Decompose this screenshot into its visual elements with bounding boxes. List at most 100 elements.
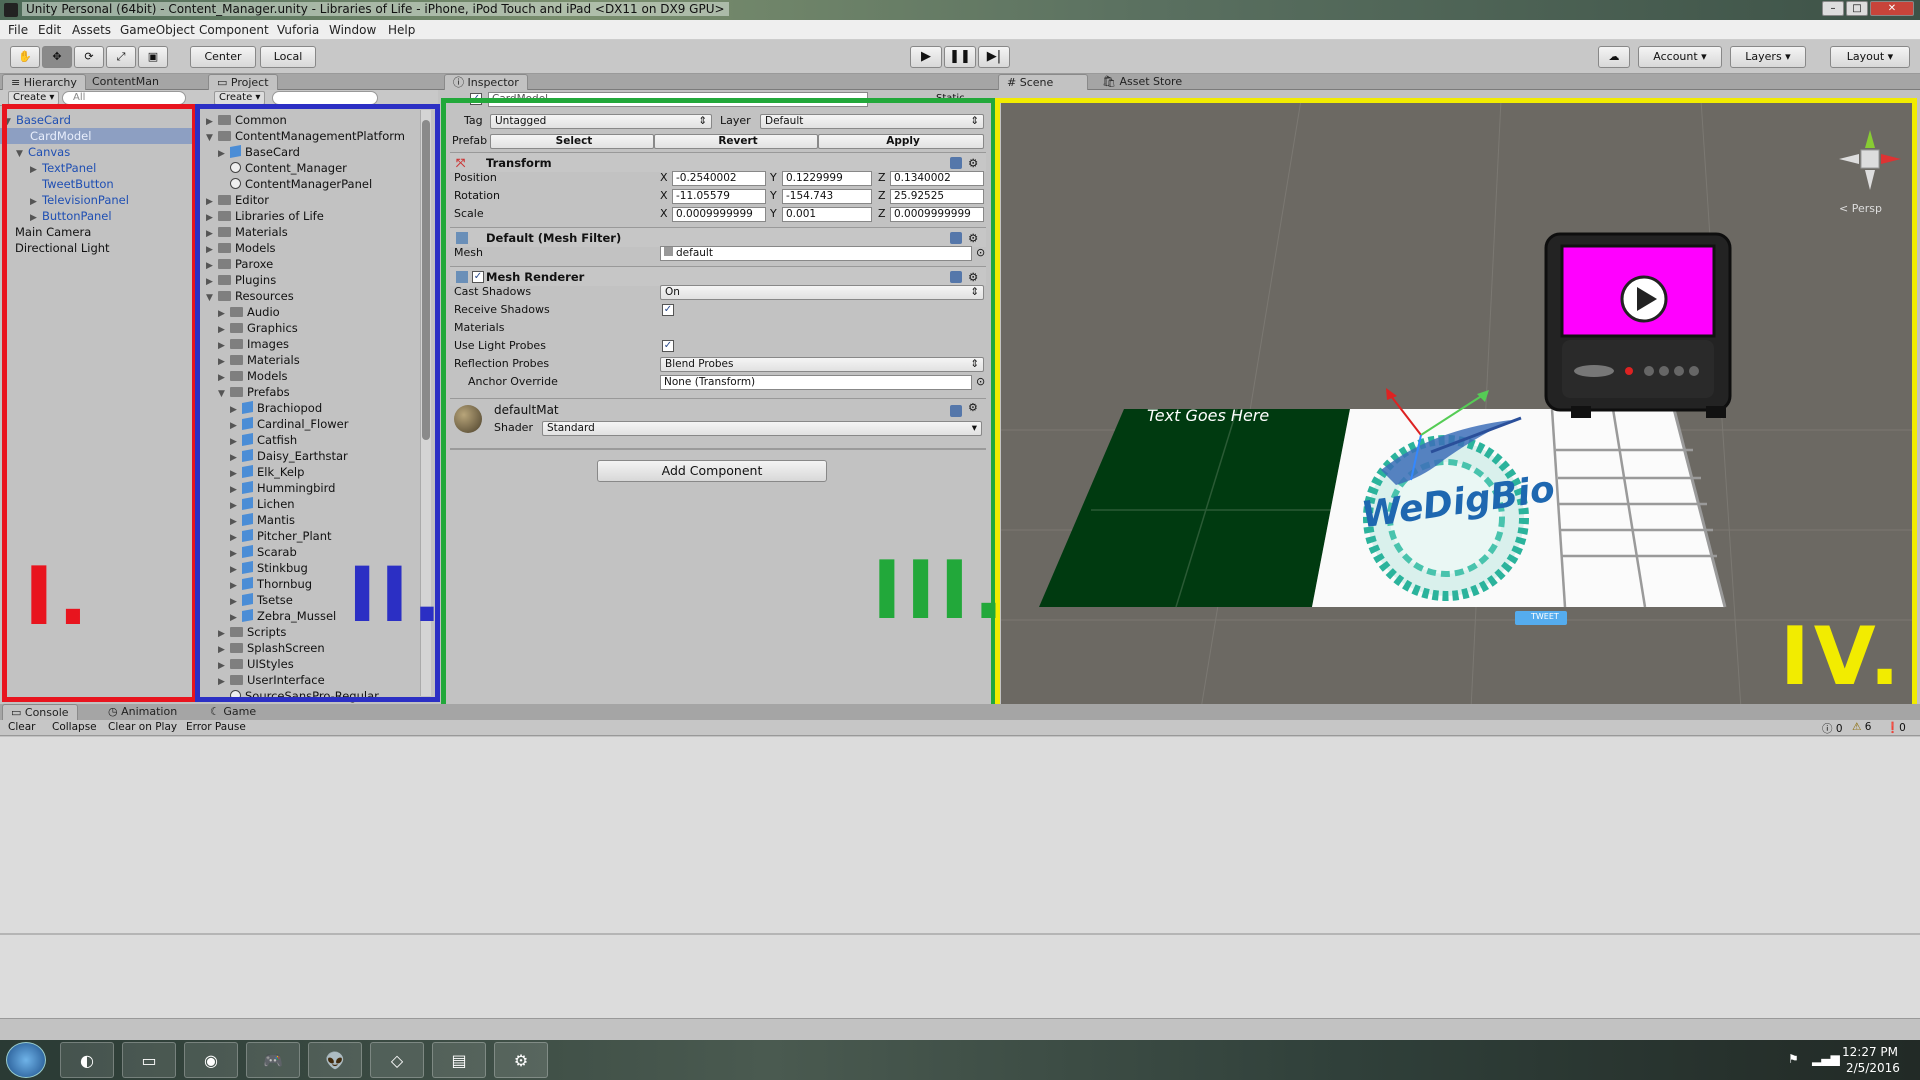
project-item[interactable]: ▶ Libraries of Life — [206, 208, 324, 224]
maximize-button[interactable]: □ — [1846, 1, 1868, 16]
tab-asset-store[interactable]: 🛍 Asset Store — [1094, 74, 1190, 90]
project-item[interactable]: ▶ Materials — [206, 224, 288, 240]
console-clear-button[interactable]: Clear — [8, 721, 35, 733]
layout-dropdown[interactable]: Layout ▾ — [1830, 46, 1910, 68]
project-item[interactable]: ▶ Hummingbird — [230, 480, 335, 496]
hierarchy-item-directional-light[interactable]: Directional Light — [15, 240, 110, 256]
hierarchy-item-textpanel[interactable]: ▶ TextPanel — [30, 160, 96, 176]
prefab-revert-button[interactable]: Revert — [654, 134, 818, 149]
taskbar-outlook-icon[interactable]: ◐ — [60, 1042, 114, 1078]
menu-vuforia[interactable]: Vuforia — [277, 23, 319, 37]
taskbar-terminal-icon[interactable]: ▭ — [122, 1042, 176, 1078]
anchor-override-field[interactable]: None (Transform) — [660, 375, 972, 390]
object-name-field[interactable]: CardModel — [488, 92, 868, 107]
taskbar-chrome-icon[interactable]: ◉ — [184, 1042, 238, 1078]
mesh-field[interactable]: default — [660, 246, 972, 261]
light-probes-checkbox[interactable]: ✓ — [662, 340, 674, 352]
expand-open-icon[interactable]: ▼ — [206, 130, 218, 146]
project-item[interactable]: ▶ Catfish — [230, 432, 297, 448]
rotation-y-field[interactable]: -154.743 — [782, 189, 872, 204]
minimize-button[interactable]: – — [1822, 1, 1844, 16]
taskbar-unity-icon[interactable]: ◇ — [370, 1042, 424, 1078]
project-item[interactable]: ▶ Graphics — [218, 320, 298, 336]
project-item[interactable]: ▶ UIStyles — [218, 656, 294, 672]
project-item[interactable]: ▶ Stinkbug — [230, 560, 308, 576]
project-item[interactable]: ▶ Editor — [206, 192, 269, 208]
menu-gameobject[interactable]: GameObject — [120, 23, 195, 37]
project-item[interactable]: ▶ Images — [218, 336, 289, 352]
reflection-probes-dropdown[interactable]: Blend Probes ⇕ — [660, 357, 984, 372]
pivot-center-button[interactable]: Center — [190, 46, 256, 68]
console-error-pause-button[interactable]: Error Pause — [186, 721, 246, 733]
project-item[interactable]: ▶ Cardinal_Flower — [230, 416, 348, 432]
project-item[interactable]: ▼ ContentManagementPlatform — [206, 128, 405, 144]
project-item[interactable]: ▶ Paroxe — [206, 256, 273, 272]
close-button[interactable]: ✕ — [1870, 1, 1914, 16]
position-x-field[interactable]: -0.2540002 — [672, 171, 766, 186]
project-item[interactable]: ▶ Pitcher_Plant — [230, 528, 332, 544]
menu-file[interactable]: File — [8, 23, 28, 37]
project-item[interactable]: SourceSansPro-Regular — [218, 688, 379, 704]
project-item[interactable]: ▶ Brachiopod — [230, 400, 322, 416]
project-item[interactable]: ▶ Plugins — [206, 272, 276, 288]
television-model[interactable] — [1544, 232, 1732, 418]
project-item[interactable]: ▶ Tsetse — [230, 592, 293, 608]
project-item[interactable]: ▶ Mantis — [230, 512, 295, 528]
tab-project[interactable]: ▭ Project — [208, 74, 278, 90]
tray-signal-icon[interactable]: ▂▄▆ — [1812, 1052, 1840, 1066]
project-item[interactable]: ▶ UserInterface — [218, 672, 325, 688]
play-video-icon[interactable] — [1620, 275, 1668, 323]
add-component-button[interactable]: Add Component — [597, 460, 827, 482]
tab-hierarchy[interactable]: ≡ Hierarchy — [2, 74, 86, 90]
project-item[interactable]: ▶ Scarab — [230, 544, 297, 560]
tag-dropdown[interactable]: Untagged ⇕ — [490, 114, 712, 129]
hierarchy-item-tweetbutton[interactable]: TweetButton — [42, 176, 114, 192]
prefab-apply-button[interactable]: Apply — [818, 134, 984, 149]
tab-animation[interactable]: ◷ Animation — [100, 704, 185, 720]
console-info-count[interactable]: ⓘ 0 — [1822, 721, 1843, 736]
project-item[interactable]: ▶ Thornbug — [230, 576, 312, 592]
expand-open-icon[interactable]: ▼ — [206, 290, 218, 306]
clock-time[interactable]: 12:27 PM — [1842, 1045, 1898, 1059]
layer-dropdown[interactable]: Default ⇕ — [760, 114, 984, 129]
tab-inspector[interactable]: ⓘ Inspector — [444, 74, 528, 90]
clock-date[interactable]: 2/5/2016 — [1846, 1061, 1900, 1075]
materials-row[interactable]: Materials — [452, 320, 988, 336]
menu-component[interactable]: Component — [199, 23, 269, 37]
help-icon[interactable] — [950, 157, 962, 169]
shader-dropdown[interactable]: Standard ▾ — [542, 421, 982, 436]
account-dropdown[interactable]: Account ▾ — [1638, 46, 1722, 68]
tab-game[interactable]: ☾ Game — [202, 704, 264, 720]
hand-tool-icon[interactable]: ✋ — [10, 46, 40, 68]
project-item[interactable]: ▶ Elk_Kelp — [230, 464, 304, 480]
object-active-checkbox[interactable]: ✓ — [470, 93, 482, 105]
pause-icon[interactable]: ❚❚ — [944, 46, 976, 68]
mesh-renderer-enabled-checkbox[interactable]: ✓ — [472, 271, 484, 283]
tab-console[interactable]: ▭ Console — [2, 704, 78, 720]
project-item[interactable]: ▼ Prefabs — [218, 384, 290, 400]
hierarchy-item-buttonpanel[interactable]: ▶ ButtonPanel — [30, 208, 112, 224]
menu-edit[interactable]: Edit — [38, 23, 61, 37]
rotate-tool-icon[interactable]: ⟳ — [74, 46, 104, 68]
mesh-filter-header[interactable]: Default (Mesh Filter) ⚙ — [450, 227, 986, 247]
play-icon[interactable]: ▶ — [910, 46, 942, 68]
project-item[interactable]: ▶ Audio — [218, 304, 280, 320]
rotation-x-field[interactable]: -11.05579 — [672, 189, 766, 204]
project-create-button[interactable]: Create ▾ — [214, 91, 266, 105]
object-static-label[interactable]: Static — [936, 93, 965, 104]
taskbar-gamepad-icon[interactable]: 🎮 — [246, 1042, 300, 1078]
project-item[interactable]: ▶ Materials — [218, 352, 300, 368]
console-warning-count[interactable]: ⚠ 6 — [1852, 721, 1871, 733]
project-item[interactable]: ▶ SplashScreen — [218, 640, 325, 656]
project-item[interactable]: Content_Manager — [218, 160, 347, 176]
taskbar-alien-icon[interactable]: 👽 — [308, 1042, 362, 1078]
hierarchy-item-basecard[interactable]: ▼ BaseCard — [4, 112, 71, 128]
mesh-picker-icon[interactable]: ⊙ — [976, 245, 985, 261]
help-icon[interactable] — [950, 271, 962, 283]
position-y-field[interactable]: 0.1229999 — [782, 171, 872, 186]
project-item[interactable]: ▶ Zebra_Mussel — [230, 608, 336, 624]
cloud-icon[interactable]: ☁ — [1598, 46, 1630, 68]
rect-tool-icon[interactable]: ▣ — [138, 46, 168, 68]
hierarchy-search-input[interactable]: All — [62, 91, 186, 105]
menu-help[interactable]: Help — [388, 23, 415, 37]
